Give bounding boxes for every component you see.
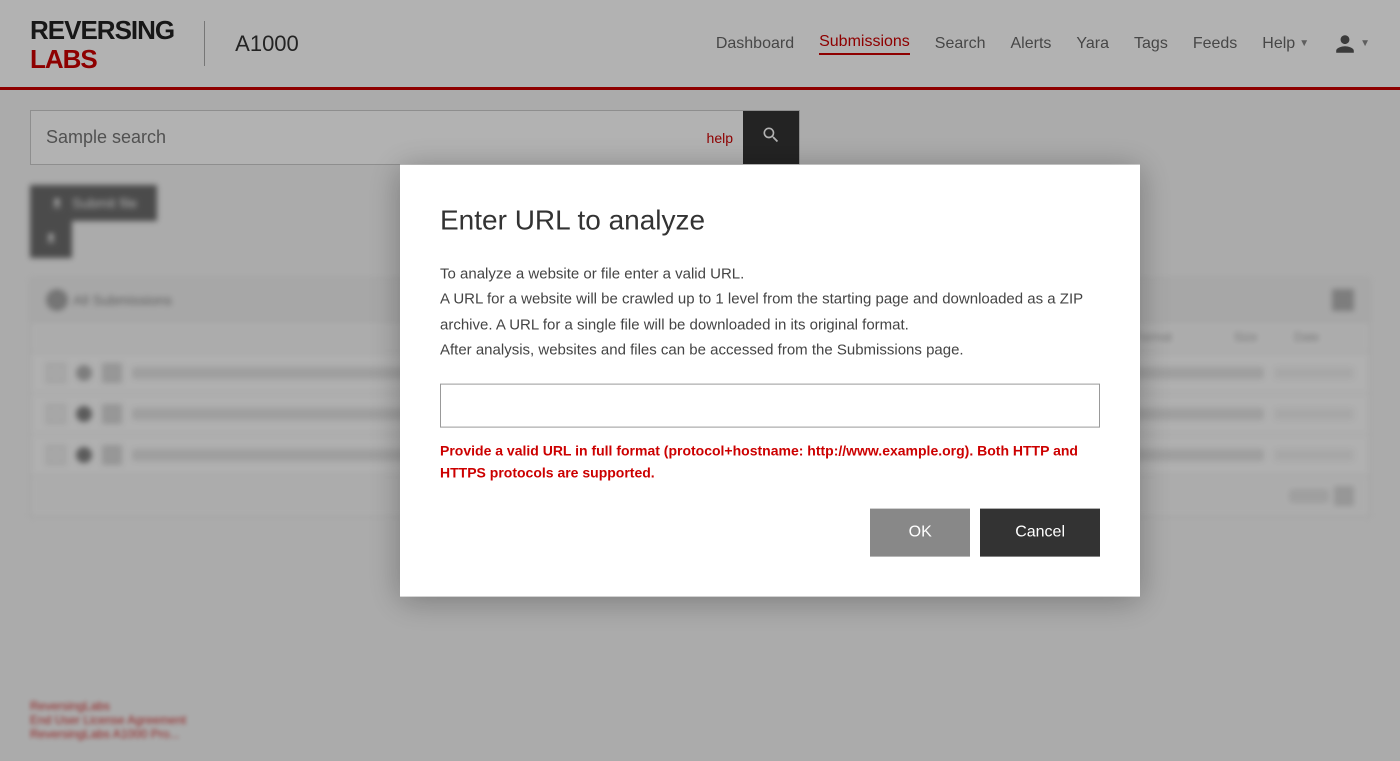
url-input[interactable] (440, 383, 1100, 427)
modal-desc-line2: A URL for a website will be crawled up t… (440, 287, 1100, 338)
ok-button[interactable]: OK (870, 509, 970, 557)
modal-description: To analyze a website or file enter a val… (440, 261, 1100, 363)
cancel-button[interactable]: Cancel (980, 509, 1100, 557)
modal-desc-line3: After analysis, websites and files can b… (440, 338, 1100, 364)
url-analysis-modal: Enter URL to analyze To analyze a websit… (400, 164, 1140, 597)
modal-desc-line1: To analyze a website or file enter a val… (440, 261, 1100, 287)
modal-title: Enter URL to analyze (440, 204, 1100, 236)
modal-buttons: OK Cancel (440, 509, 1100, 557)
url-error-message: Provide a valid URL in full format (prot… (440, 439, 1100, 484)
